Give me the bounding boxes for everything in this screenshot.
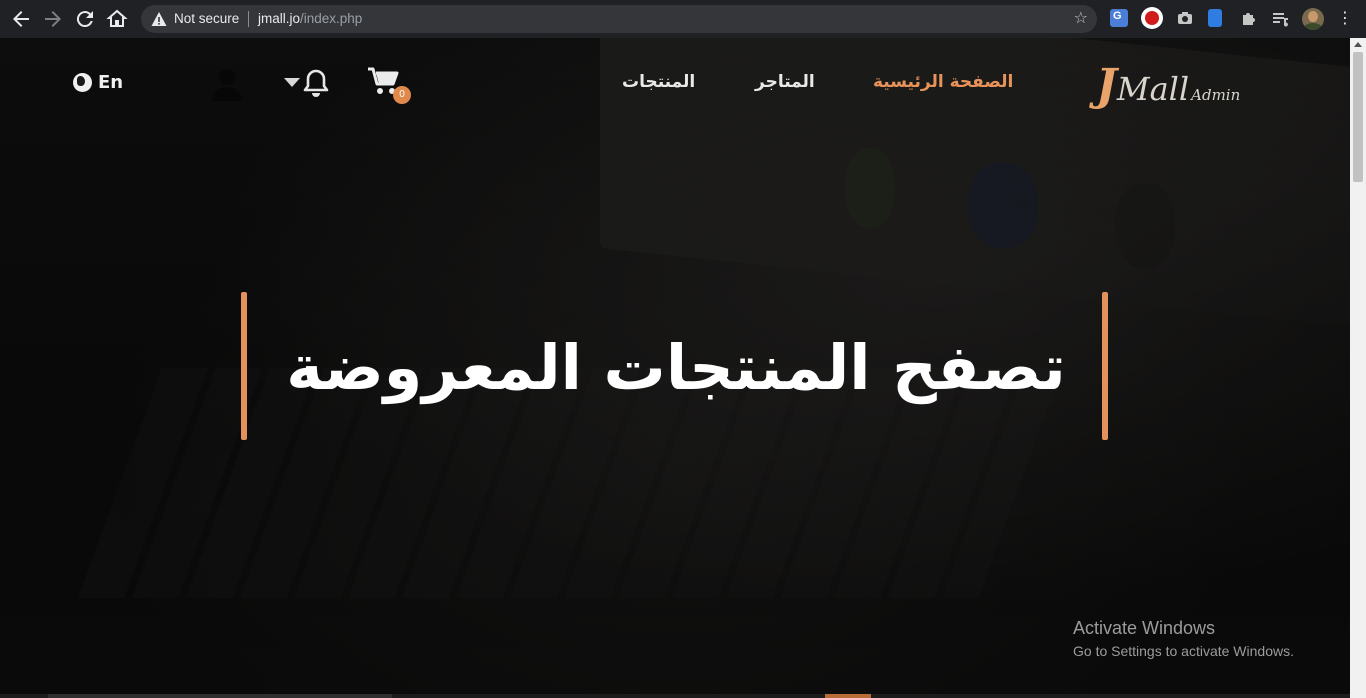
security-label[interactable]: Not secure	[174, 11, 239, 26]
camera-icon[interactable]	[1176, 9, 1194, 27]
nav-link-stores[interactable]: المتاجر	[755, 72, 815, 92]
warning-icon	[151, 12, 167, 26]
home-button[interactable]	[105, 7, 129, 31]
hero-accent-bar-left	[241, 292, 247, 440]
profile-avatar[interactable]	[1302, 8, 1324, 30]
logo-admin-label: Admin	[1191, 86, 1241, 104]
nav-link-products[interactable]: المنتجات	[622, 72, 695, 92]
bell-icon	[303, 69, 329, 97]
nav-link-home[interactable]: الصفحة الرئيسية	[873, 72, 1013, 92]
url-text[interactable]: jmall.jo/index.php	[258, 11, 362, 26]
extension-blue-icon[interactable]	[1208, 9, 1222, 27]
puzzle-icon[interactable]	[1240, 9, 1258, 27]
activate-windows-subtitle: Go to Settings to activate Windows.	[1073, 643, 1294, 659]
address-bar[interactable]: Not secure jmall.jo/index.php ☆	[141, 5, 1097, 33]
arrow-left-icon	[13, 11, 29, 27]
logo-text: Mall	[1116, 70, 1190, 108]
scroll-thumb[interactable]	[1353, 52, 1363, 182]
more-vert-icon[interactable]: ⋮	[1337, 9, 1353, 27]
logo-letter: J	[1096, 60, 1117, 111]
reload-icon	[76, 11, 93, 28]
page-scrollbar[interactable]	[1350, 38, 1366, 698]
url-path: /index.php	[300, 11, 363, 26]
home-icon	[106, 9, 128, 27]
reload-button[interactable]	[73, 7, 97, 31]
url-host: jmall.jo	[258, 11, 301, 26]
hero-title: تصفح المنتجات المعروضة	[286, 331, 1066, 404]
address-separator	[248, 11, 249, 27]
star-icon[interactable]: ☆	[1074, 8, 1088, 27]
hero-accent-bar-right	[1102, 292, 1108, 440]
user-account-button[interactable]	[210, 66, 244, 102]
bottom-strip-accent	[825, 694, 871, 698]
browser-toolbar: Not secure jmall.jo/index.php ☆ ⋮	[0, 0, 1366, 38]
cart-count-badge: 0	[393, 86, 411, 104]
media-list-icon[interactable]	[1271, 9, 1289, 27]
back-button[interactable]	[9, 7, 33, 31]
notifications-button[interactable]	[302, 68, 330, 98]
activate-windows-title: Activate Windows	[1073, 618, 1216, 638]
page-viewport: JMall Admin الصفحة الرئيسية المتاجر المنت…	[0, 38, 1350, 698]
stop-icon[interactable]	[1141, 7, 1163, 29]
globe-icon	[73, 73, 92, 92]
forward-button[interactable]	[41, 7, 65, 31]
bottom-strip-segment	[48, 694, 392, 698]
bottom-strip	[0, 694, 1350, 698]
language-switch[interactable]: En	[73, 72, 123, 93]
site-logo[interactable]: JMall Admin	[1096, 60, 1240, 111]
language-label: En	[98, 72, 124, 93]
translate-icon[interactable]	[1110, 9, 1128, 27]
arrow-right-icon	[45, 11, 61, 27]
user-icon	[212, 69, 242, 101]
chevron-down-icon[interactable]	[284, 78, 300, 87]
scroll-up-arrow[interactable]	[1354, 42, 1362, 47]
